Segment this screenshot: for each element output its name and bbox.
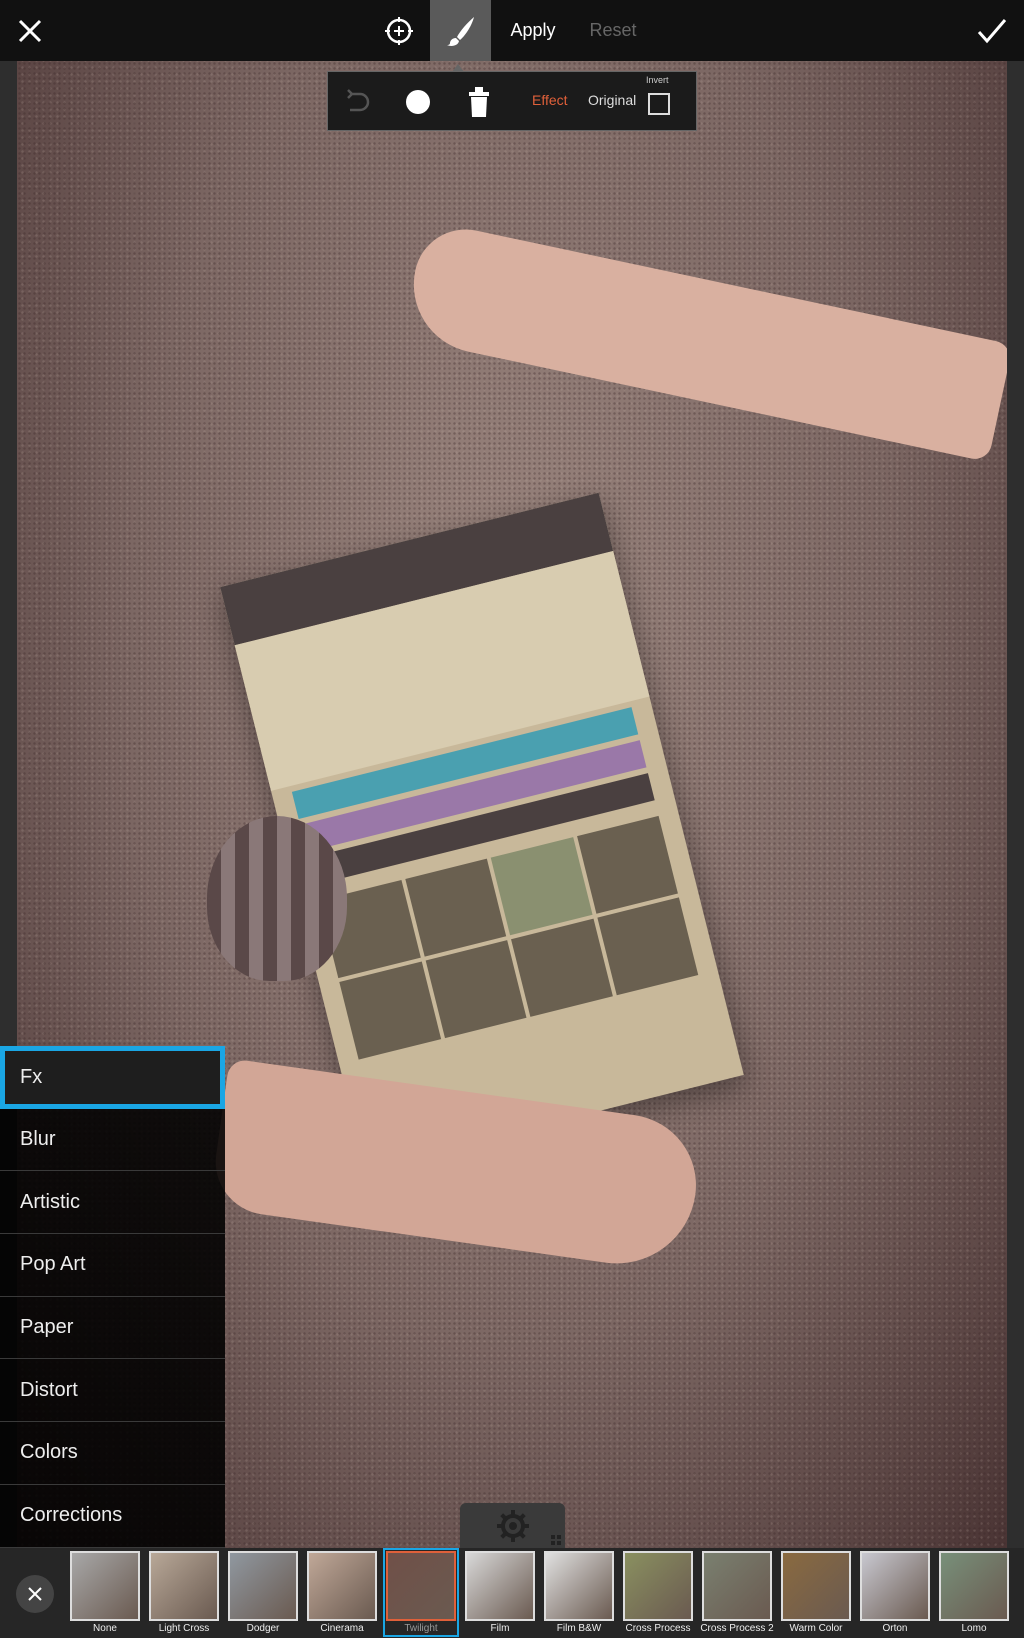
effect-label: Twilight bbox=[404, 1623, 438, 1634]
effect-label: Cinerama bbox=[320, 1623, 364, 1634]
grid-handle-icon bbox=[551, 1535, 561, 1545]
category-paper[interactable]: Paper bbox=[0, 1296, 225, 1360]
effect-thumb-cinerama[interactable]: Cinerama bbox=[307, 1551, 377, 1634]
effect-thumb-light-cross[interactable]: Light Cross bbox=[149, 1551, 219, 1634]
undo-button[interactable] bbox=[344, 88, 372, 121]
effect-preview bbox=[544, 1551, 614, 1621]
effect-preview bbox=[228, 1551, 298, 1621]
effect-label: Film B&W bbox=[556, 1623, 602, 1634]
effect-label: Dodger bbox=[246, 1623, 280, 1634]
reset-button[interactable]: Reset bbox=[580, 0, 646, 61]
effect-preview bbox=[386, 1551, 456, 1621]
close-menu-button[interactable] bbox=[16, 1575, 54, 1613]
brush-options-popup: Effect Original Invert bbox=[327, 64, 697, 131]
close-button[interactable] bbox=[8, 0, 52, 61]
effect-thumb-dodger[interactable]: Dodger bbox=[228, 1551, 298, 1634]
effect-preview bbox=[307, 1551, 377, 1621]
effect-label: Orton bbox=[882, 1623, 908, 1634]
effect-thumb-none[interactable]: None bbox=[70, 1551, 140, 1634]
effect-label: Light Cross bbox=[158, 1623, 210, 1634]
clear-button[interactable] bbox=[468, 86, 490, 123]
category-distort[interactable]: Distort bbox=[0, 1359, 225, 1423]
category-fx[interactable]: Fx bbox=[0, 1046, 225, 1109]
effect-settings-button[interactable] bbox=[460, 1503, 565, 1549]
effect-thumb-warm-color[interactable]: Warm Color bbox=[781, 1551, 851, 1634]
category-colors[interactable]: Colors bbox=[0, 1422, 225, 1485]
effect-thumb-lomo[interactable]: Lomo bbox=[939, 1551, 1009, 1634]
brush-size-button[interactable] bbox=[406, 90, 430, 114]
undo-icon bbox=[347, 89, 370, 112]
invert-checkbox[interactable] bbox=[648, 93, 670, 115]
effect-preview bbox=[781, 1551, 851, 1621]
original-mode-button[interactable]: Original bbox=[588, 92, 636, 108]
category-corrections[interactable]: Corrections bbox=[0, 1484, 225, 1548]
top-toolbar: Apply Reset bbox=[0, 0, 1024, 61]
effect-thumb-cross-process[interactable]: Cross Process bbox=[623, 1551, 693, 1634]
effect-preview bbox=[70, 1551, 140, 1621]
effect-label: Cross Process bbox=[625, 1623, 691, 1634]
effect-thumb-film[interactable]: Film bbox=[465, 1551, 535, 1634]
effect-label: Film bbox=[490, 1623, 510, 1634]
trash-icon bbox=[469, 87, 489, 117]
effect-label: Cross Process 2 bbox=[700, 1623, 774, 1634]
effect-label: None bbox=[93, 1623, 117, 1634]
effect-preview bbox=[623, 1551, 693, 1621]
category-artistic[interactable]: Artistic bbox=[0, 1171, 225, 1235]
effect-thumbnails: None Light Cross Dodger Cinerama Twilight Fil… bbox=[70, 1548, 1009, 1637]
gear-icon bbox=[496, 1510, 529, 1542]
effect-thumb-film-b-w[interactable]: Film B&W bbox=[544, 1551, 614, 1634]
checkmark-icon bbox=[977, 18, 1007, 43]
effect-preview bbox=[939, 1551, 1009, 1621]
effect-preview bbox=[465, 1551, 535, 1621]
brush-icon bbox=[446, 16, 474, 46]
effect-label: Warm Color bbox=[789, 1623, 843, 1634]
close-icon bbox=[28, 1587, 42, 1601]
target-button[interactable] bbox=[378, 0, 420, 61]
effect-label: Lomo bbox=[961, 1623, 987, 1634]
category-menu: Fx Blur Artistic Pop Art Paper Distort C… bbox=[0, 1046, 225, 1548]
invert-label: Invert bbox=[646, 75, 669, 85]
confirm-button[interactable] bbox=[970, 0, 1014, 61]
effect-thumb-orton[interactable]: Orton bbox=[860, 1551, 930, 1634]
apply-button[interactable]: Apply bbox=[500, 0, 566, 61]
effect-preview bbox=[149, 1551, 219, 1621]
effect-thumb-cross-process-2[interactable]: Cross Process 2 bbox=[700, 1551, 774, 1634]
crosshair-icon bbox=[385, 16, 413, 45]
close-icon bbox=[18, 19, 42, 42]
category-blur[interactable]: Blur bbox=[0, 1108, 225, 1172]
balloon bbox=[207, 816, 347, 981]
effect-mode-button[interactable]: Effect bbox=[532, 92, 568, 108]
effect-preview bbox=[702, 1551, 772, 1621]
effect-preview bbox=[860, 1551, 930, 1621]
brush-button[interactable] bbox=[430, 0, 491, 61]
effect-thumb-twilight[interactable]: Twilight bbox=[383, 1548, 459, 1637]
category-pop-art[interactable]: Pop Art bbox=[0, 1234, 225, 1297]
